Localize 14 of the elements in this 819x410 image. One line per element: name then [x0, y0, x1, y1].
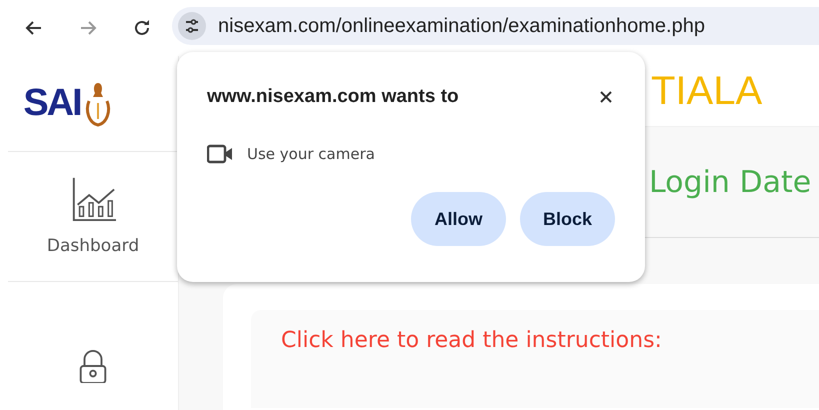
address-bar[interactable]: nisexam.com/onlineexamination/examinationhome.php: [172, 7, 819, 45]
logo-text: SAI: [23, 82, 81, 126]
page-title: TIALA: [651, 68, 762, 114]
close-icon[interactable]: [599, 90, 613, 104]
chart-icon: [70, 176, 116, 222]
video-camera-icon: [207, 144, 233, 164]
login-date-label: Login Date: [649, 164, 812, 200]
block-button[interactable]: Block: [520, 192, 615, 246]
popup-title: www.nisexam.com wants to: [207, 86, 459, 108]
permission-text: Use your camera: [247, 145, 375, 163]
reload-icon[interactable]: [132, 18, 152, 38]
instructions-link[interactable]: Click here to read the instructions:: [281, 328, 662, 353]
allow-button[interactable]: Allow: [411, 192, 506, 246]
site-settings-icon[interactable]: [178, 12, 206, 40]
